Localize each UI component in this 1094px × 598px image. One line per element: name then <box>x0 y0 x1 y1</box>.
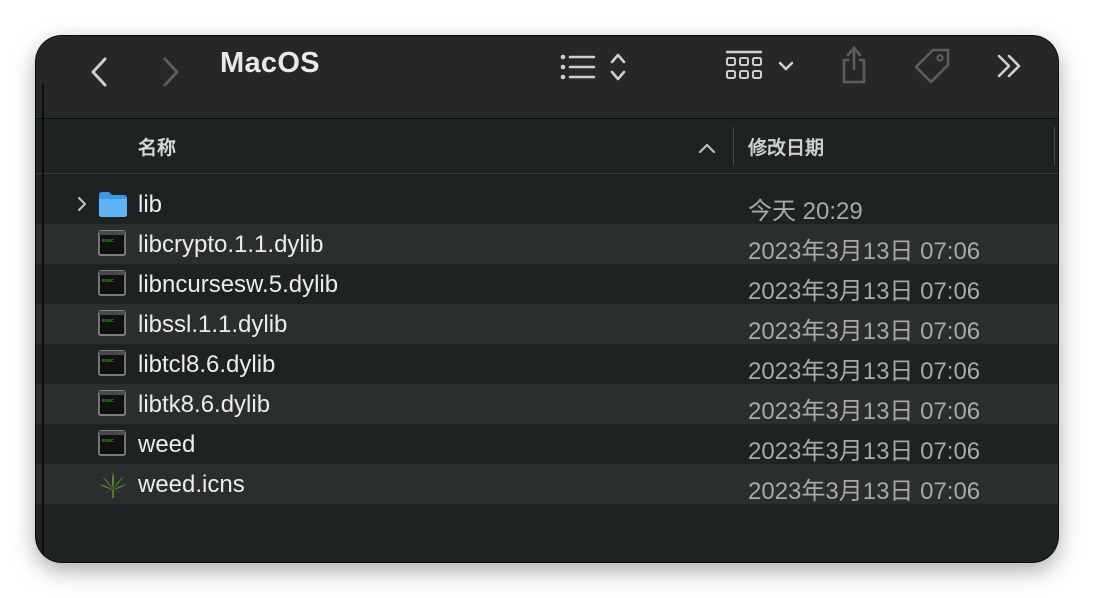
file-date: 2023年3月13日 07:06 <box>748 358 981 385</box>
window-title: MacOS <box>220 47 320 79</box>
file-date: 2023年3月13日 07:06 <box>748 398 981 425</box>
window-edge <box>42 84 44 562</box>
svg-text:exec: exec <box>102 398 114 404</box>
column-name-header[interactable]: 名称 <box>138 133 176 160</box>
finder-window: MacOS 名称 修改日期 lib 今天 20:29 exec libcrypt… <box>36 36 1058 562</box>
sort-ascending-icon[interactable] <box>698 139 716 158</box>
file-date: 2023年3月13日 07:06 <box>748 278 981 305</box>
column-header: 名称 修改日期 <box>36 119 1058 174</box>
folder-icon <box>98 190 127 218</box>
file-name: libssl.1.1.dylib <box>138 311 288 338</box>
file-date: 2023年3月13日 07:06 <box>748 478 981 505</box>
file-list: lib 今天 20:29 exec libcrypto.1.1.dylib 20… <box>36 184 1058 544</box>
terminal-exec-icon: exec <box>98 390 126 418</box>
chevron-left-icon[interactable] <box>84 54 114 90</box>
file-name: libtcl8.6.dylib <box>138 351 276 378</box>
list-item[interactable]: exec libtk8.6.dylib 2023年3月13日 07:06 <box>36 384 1058 425</box>
svg-text:exec: exec <box>102 238 114 244</box>
toolbar: MacOS <box>36 36 1058 119</box>
file-name: lib <box>138 191 163 218</box>
terminal-exec-icon: exec <box>98 430 126 458</box>
file-name: libcrypto.1.1.dylib <box>138 231 324 258</box>
column-date-header[interactable]: 修改日期 <box>748 133 824 160</box>
file-date: 2023年3月13日 07:06 <box>748 318 981 345</box>
file-name: weed.icns <box>138 471 245 498</box>
svg-text:exec: exec <box>102 278 114 284</box>
file-name: libncursesw.5.dylib <box>138 271 339 298</box>
chevron-right-icon[interactable] <box>76 196 88 216</box>
share-icon[interactable] <box>838 44 870 86</box>
list-item[interactable]: lib 今天 20:29 <box>36 184 1058 225</box>
chevron-right-icon[interactable] <box>156 54 186 90</box>
svg-text:exec: exec <box>102 438 114 444</box>
file-date: 2023年3月13日 07:06 <box>748 438 981 465</box>
list-item[interactable]: exec libtcl8.6.dylib 2023年3月13日 07:06 <box>36 344 1058 385</box>
list-item[interactable]: exec libcrypto.1.1.dylib 2023年3月13日 07:0… <box>36 224 1058 265</box>
svg-text:exec: exec <box>102 358 114 364</box>
column-divider[interactable] <box>1054 127 1055 165</box>
list-icon[interactable] <box>558 50 598 84</box>
file-date: 今天 20:29 <box>748 198 863 225</box>
column-divider[interactable] <box>733 127 734 165</box>
terminal-exec-icon: exec <box>98 270 126 298</box>
list-item[interactable]: exec libssl.1.1.dylib 2023年3月13日 07:06 <box>36 304 1058 345</box>
file-name: weed <box>138 431 196 458</box>
file-date: 2023年3月13日 07:06 <box>748 238 981 265</box>
grid-icon[interactable] <box>724 48 764 84</box>
double-chevron-right-icon[interactable] <box>994 52 1026 80</box>
up-down-chevron-icon[interactable] <box>608 50 628 84</box>
list-item[interactable]: exec weed 2023年3月13日 07:06 <box>36 424 1058 465</box>
list-item[interactable]: exec libncursesw.5.dylib 2023年3月13日 07:0… <box>36 264 1058 305</box>
chevron-down-icon[interactable] <box>776 56 796 76</box>
terminal-exec-icon: exec <box>98 310 126 338</box>
list-item[interactable]: weed.icns 2023年3月13日 07:06 <box>36 464 1058 505</box>
tag-icon[interactable] <box>912 46 952 86</box>
svg-text:exec: exec <box>102 318 114 324</box>
file-name: libtk8.6.dylib <box>138 391 271 418</box>
empty-row <box>36 504 1058 544</box>
terminal-exec-icon: exec <box>98 230 126 258</box>
leaf-icon <box>98 470 127 498</box>
terminal-exec-icon: exec <box>98 350 126 378</box>
